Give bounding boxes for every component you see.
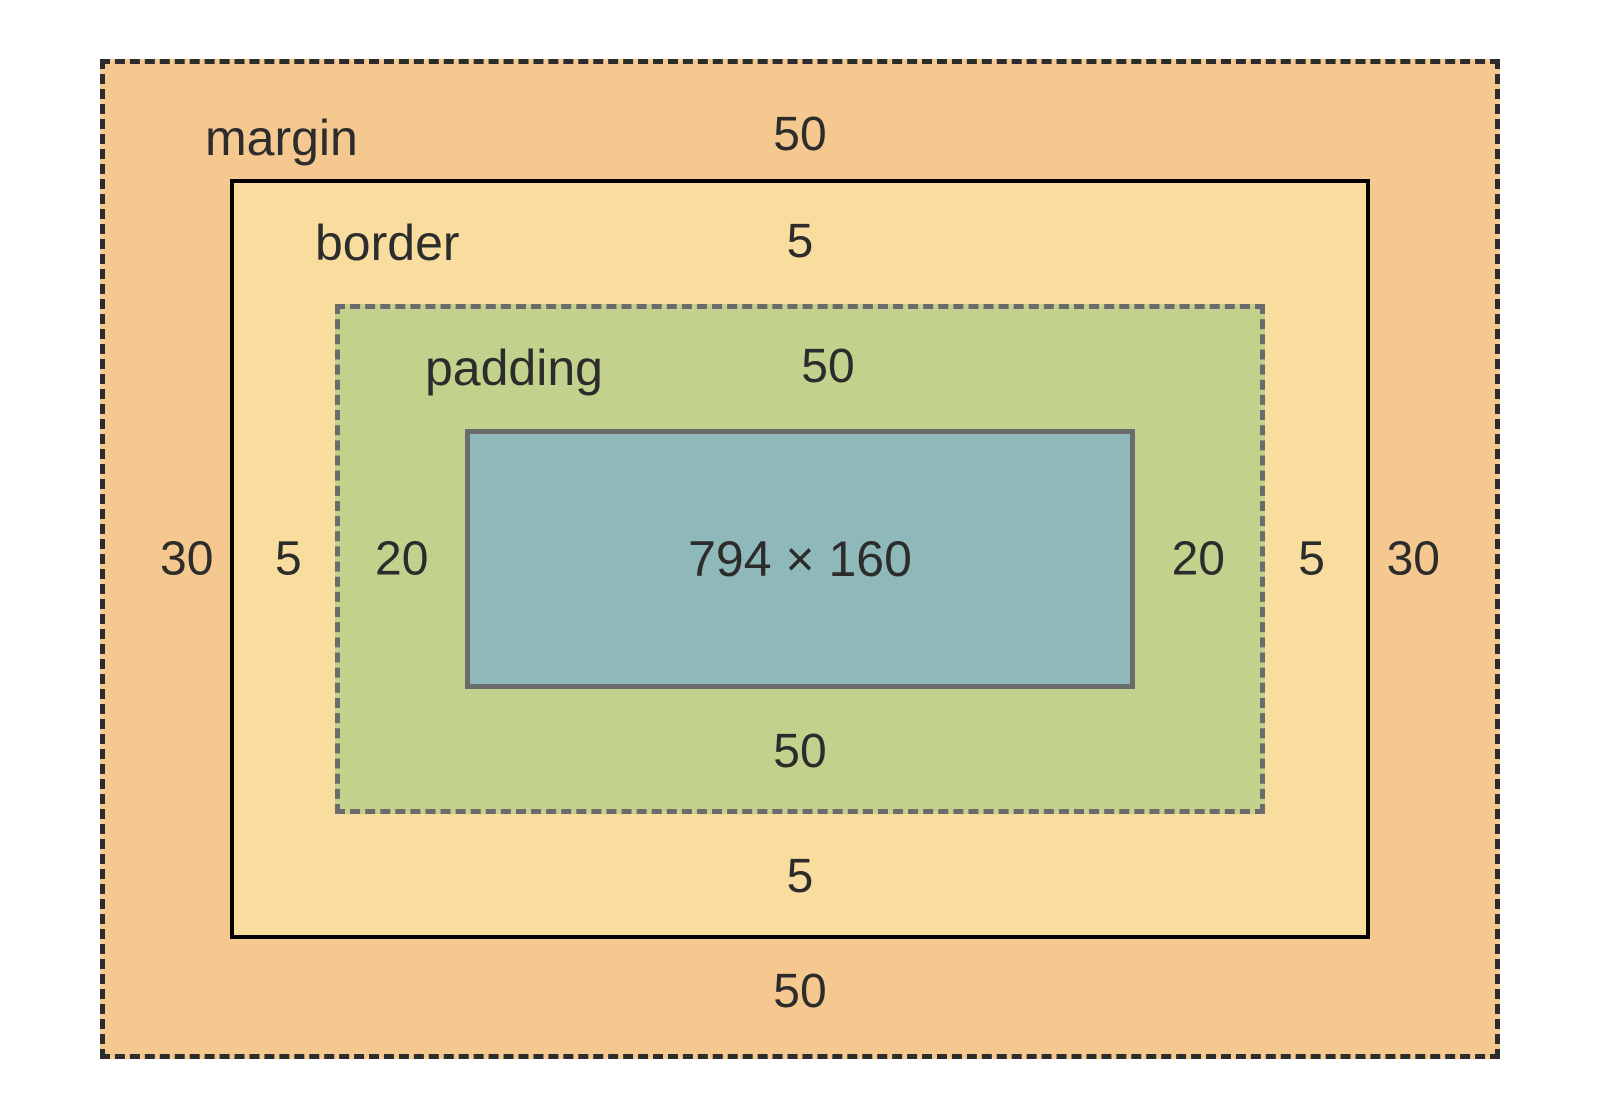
padding-top-value: 50 bbox=[801, 339, 854, 394]
margin-right-value: 30 bbox=[1387, 532, 1440, 587]
padding-left-value: 20 bbox=[375, 532, 428, 587]
padding-bottom-value: 50 bbox=[773, 724, 826, 779]
content-region: 794 × 160 bbox=[465, 429, 1135, 689]
border-right-value: 5 bbox=[1298, 532, 1325, 587]
border-left-value: 5 bbox=[275, 532, 302, 587]
padding-right-value: 20 bbox=[1172, 532, 1225, 587]
border-bottom-value: 5 bbox=[787, 849, 814, 904]
margin-bottom-value: 50 bbox=[773, 964, 826, 1019]
margin-top-value: 50 bbox=[773, 107, 826, 162]
margin-label: margin bbox=[205, 109, 358, 167]
border-top-value: 5 bbox=[787, 214, 814, 269]
padding-label: padding bbox=[425, 339, 603, 397]
content-dimensions: 794 × 160 bbox=[688, 530, 912, 588]
border-label: border bbox=[315, 214, 460, 272]
margin-left-value: 30 bbox=[160, 532, 213, 587]
box-model-diagram: 794 × 160 margin 50 50 30 30 border 5 5 … bbox=[100, 59, 1500, 1059]
